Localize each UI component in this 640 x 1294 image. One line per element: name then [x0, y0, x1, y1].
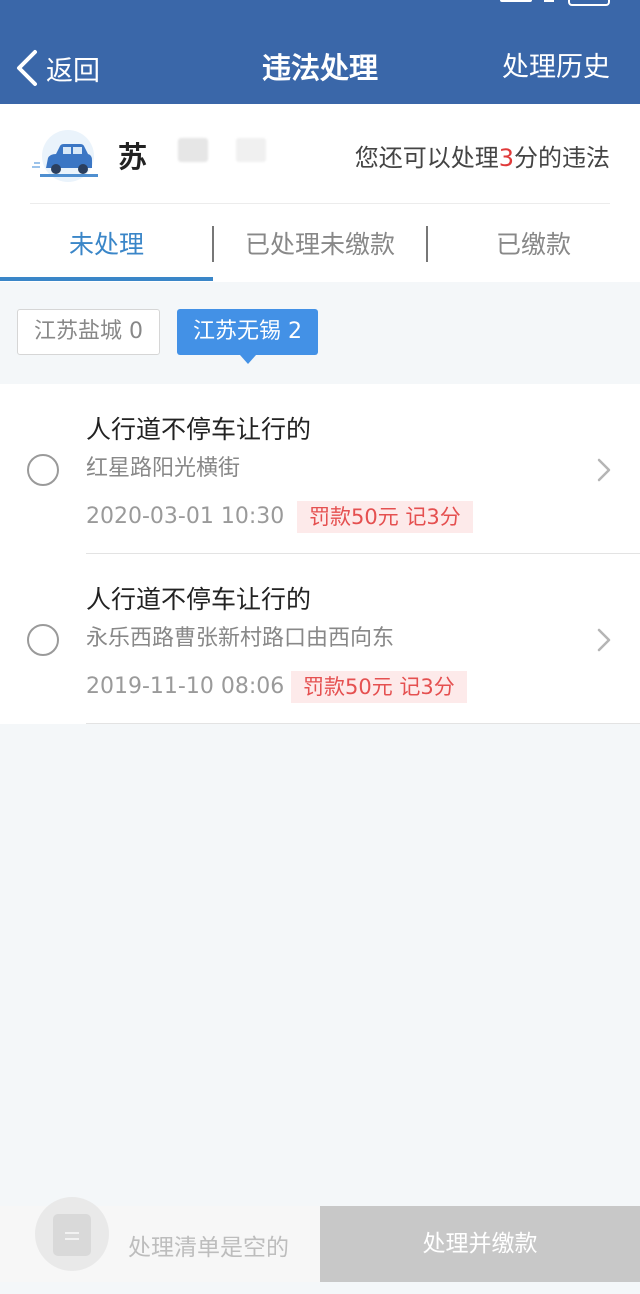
chevron-right-icon	[597, 628, 611, 652]
violation-title: 人行道不停车让行的	[86, 415, 312, 444]
app-header: 返回 违法处理 处理历史	[0, 0, 640, 104]
history-link[interactable]: 处理历史	[502, 46, 610, 90]
car-icon	[32, 130, 98, 182]
points-value: 3	[498, 144, 514, 172]
penalty-badge: 罚款50元 记3分	[291, 671, 467, 703]
region-chip-wuxi[interactable]: 江苏无锡 2	[177, 309, 318, 355]
region-chip-yancheng[interactable]: 江苏盐城 0	[17, 309, 160, 355]
chevron-right-icon	[597, 458, 611, 482]
violation-item[interactable]: 人行道不停车让行的 永乐西路曹张新村路口由西向东 2019-11-10 08:0…	[0, 554, 640, 724]
network-icon	[544, 0, 554, 2]
tab-paid[interactable]: 已缴款	[427, 225, 640, 265]
back-button[interactable]: 返回	[14, 46, 100, 90]
violation-item[interactable]: 人行道不停车让行的 红星路阳光横街 2020-03-01 10:30 罚款50元…	[0, 384, 640, 554]
select-radio[interactable]	[27, 624, 59, 656]
penalty-badge: 罚款50元 记3分	[297, 501, 473, 533]
tab-unprocessed[interactable]: 未处理	[0, 225, 213, 265]
tab-processed-unpaid[interactable]: 已处理未缴款	[213, 225, 427, 265]
plate-prefix: 苏	[118, 140, 148, 174]
back-label: 返回	[46, 55, 100, 87]
plate-number-redacted-2	[236, 138, 266, 162]
points-prefix: 您还可以处理	[354, 144, 499, 172]
violation-location: 红星路阳光横街	[86, 456, 241, 481]
violation-location: 永乐西路曹张新村路口由西向东	[86, 626, 395, 651]
divider	[30, 203, 610, 204]
plate-number-redacted	[178, 138, 208, 162]
chip-pointer	[240, 355, 256, 364]
violation-list: 人行道不停车让行的 红星路阳光横街 2020-03-01 10:30 罚款50元…	[0, 384, 640, 724]
document-icon	[53, 1214, 91, 1256]
signal-icon	[500, 0, 532, 2]
violation-datetime: 2020-03-01 10:30	[86, 504, 285, 529]
row-divider	[86, 723, 640, 724]
points-suffix: 分的违法	[514, 144, 610, 172]
violation-title: 人行道不停车让行的	[86, 585, 312, 614]
remaining-points-text: 您还可以处理3分的违法	[355, 138, 610, 173]
process-and-pay-button[interactable]: 处理并缴款	[320, 1206, 640, 1282]
select-radio[interactable]	[27, 454, 59, 486]
active-tab-indicator	[0, 277, 213, 281]
cart-empty-text: 处理清单是空的	[128, 1235, 289, 1261]
chevron-left-icon	[17, 50, 37, 86]
battery-icon	[568, 0, 610, 6]
status-bar-indicators	[500, 0, 610, 6]
violation-datetime: 2019-11-10 08:06	[86, 674, 285, 699]
